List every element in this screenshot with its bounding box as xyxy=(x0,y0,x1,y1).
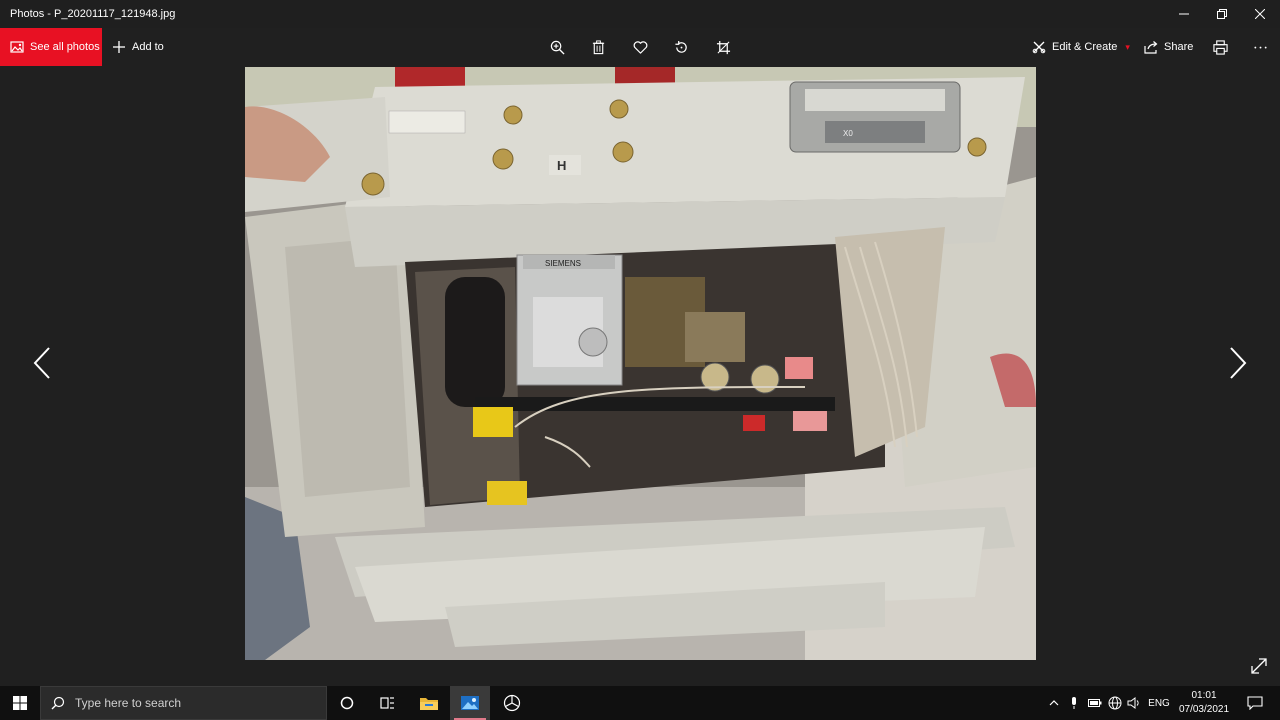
task-view-button[interactable] xyxy=(367,686,407,720)
label-x0: X0 xyxy=(843,129,853,138)
action-center-button[interactable] xyxy=(1240,686,1270,720)
clock-date: 07/03/2021 xyxy=(1178,704,1230,715)
zoom-button[interactable] xyxy=(547,37,567,57)
microphone-icon xyxy=(1072,697,1076,709)
chevron-down-icon: ▾ xyxy=(1125,41,1130,52)
crop-button[interactable] xyxy=(713,37,733,57)
photos-gallery-icon xyxy=(10,41,24,53)
minimize-icon xyxy=(1179,13,1189,15)
system-clock[interactable]: 01:01 07/03/2021 xyxy=(1172,689,1236,717)
delete-button[interactable] xyxy=(588,37,608,57)
volume-icon xyxy=(1127,697,1139,709)
cortana-icon xyxy=(340,696,354,710)
chevron-right-icon xyxy=(1230,347,1247,379)
file-explorer-icon xyxy=(420,698,438,710)
rotate-icon xyxy=(674,40,687,53)
favorite-button[interactable] xyxy=(630,37,650,57)
chevron-left-icon xyxy=(33,347,50,379)
see-all-photos-button[interactable]: See all photos xyxy=(0,28,102,66)
previous-photo-button[interactable] xyxy=(30,344,54,382)
chevron-up-icon xyxy=(1049,700,1059,706)
see-all-photos-label: See all photos xyxy=(30,41,100,53)
fullscreen-button[interactable] xyxy=(1250,657,1270,677)
crop-icon xyxy=(716,40,730,54)
search-icon xyxy=(51,696,65,710)
edit-tools-icon xyxy=(1032,41,1046,54)
plus-icon xyxy=(113,41,125,53)
close-icon xyxy=(1255,9,1265,19)
restore-button[interactable] xyxy=(1203,0,1241,28)
restore-icon xyxy=(1217,9,1227,19)
volume-tray[interactable] xyxy=(1125,686,1143,720)
photo-viewer-image[interactable]: H X0 SIEMENS xyxy=(245,67,1036,660)
label-h: H xyxy=(557,158,566,173)
photos-app-icon xyxy=(461,696,479,710)
windows-logo-icon xyxy=(13,696,27,710)
zoom-in-icon xyxy=(550,40,565,55)
add-to-label: Add to xyxy=(132,41,164,53)
input-language-indicator[interactable]: ENG xyxy=(1146,686,1172,720)
start-button[interactable] xyxy=(0,686,40,720)
photo-toolbar: See all photos Add to Edit & Create ▾ Sh… xyxy=(0,28,1280,66)
notification-icon xyxy=(1247,696,1263,710)
cortana-button[interactable] xyxy=(327,686,367,720)
clock-time: 01:01 xyxy=(1191,690,1217,701)
battery-tray[interactable] xyxy=(1086,686,1104,720)
close-button[interactable] xyxy=(1241,0,1279,28)
file-explorer-button[interactable] xyxy=(409,686,449,720)
add-to-button[interactable]: Add to xyxy=(112,28,164,66)
title-bar: Photos - P_20201117_121948.jpg xyxy=(0,0,1280,28)
show-hidden-icons-button[interactable] xyxy=(1046,686,1062,720)
network-tray[interactable] xyxy=(1106,686,1124,720)
task-view-icon xyxy=(380,697,394,709)
language-label: ENG xyxy=(1148,697,1170,709)
more-button[interactable] xyxy=(1250,37,1270,57)
taskbar-search-box[interactable]: Type here to search xyxy=(40,686,327,720)
delete-icon xyxy=(592,39,604,54)
switchgear-photo: H X0 SIEMENS xyxy=(245,67,1036,660)
share-button[interactable]: Share xyxy=(1144,28,1193,66)
favorite-heart-icon xyxy=(633,40,647,54)
print-icon xyxy=(1212,39,1228,55)
minimize-button[interactable] xyxy=(1165,0,1203,28)
next-photo-button[interactable] xyxy=(1226,344,1250,382)
rotate-button[interactable] xyxy=(671,37,691,57)
battery-icon xyxy=(1088,699,1102,707)
browser-button[interactable] xyxy=(492,686,532,720)
photos-app-button[interactable] xyxy=(450,686,490,720)
network-icon xyxy=(1108,696,1122,710)
expand-icon xyxy=(1251,658,1267,674)
windows-taskbar: Type here to search ENG 01:01 07/03/2021 xyxy=(0,686,1280,720)
nameplate-siemens: SIEMENS xyxy=(545,259,581,268)
share-icon xyxy=(1144,41,1158,54)
share-label: Share xyxy=(1164,41,1194,53)
edit-create-button[interactable]: Edit & Create ▾ xyxy=(1032,28,1130,66)
print-button[interactable] xyxy=(1210,37,1230,57)
more-icon xyxy=(1253,46,1267,48)
edit-create-label: Edit & Create xyxy=(1052,41,1118,53)
microphone-tray[interactable] xyxy=(1066,686,1082,720)
search-placeholder: Type here to search xyxy=(75,696,182,710)
window-title: Photos - P_20201117_121948.jpg xyxy=(10,8,176,20)
browser-icon xyxy=(503,694,521,712)
